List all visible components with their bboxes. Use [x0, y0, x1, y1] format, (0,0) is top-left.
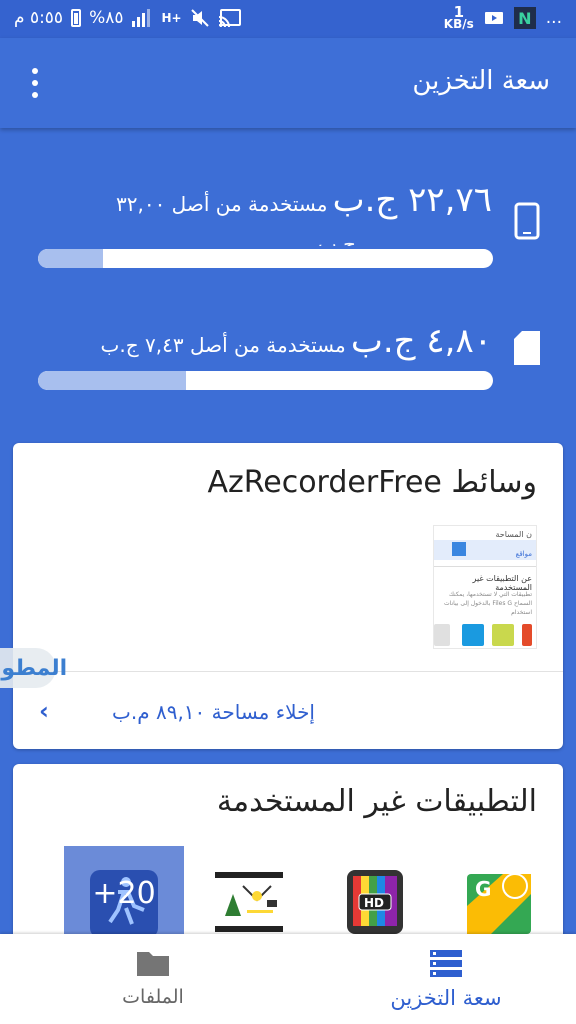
- app-video-editor[interactable]: [213, 866, 285, 942]
- status-left: ٥:٥٥ م %٨٥ H+: [14, 8, 242, 28]
- thumbnail-app-icon: [452, 542, 466, 556]
- street-view-icon: G: [467, 873, 531, 934]
- bottom-navigation: سعة التخزين الملفات: [0, 934, 576, 1024]
- menu-dot-icon: [32, 92, 38, 98]
- app-street-view[interactable]: G: [463, 866, 535, 942]
- nav-files-tab[interactable]: الملفات: [53, 934, 253, 1024]
- thumbnail-body: تطبيقات التي لا تستخدمها، يمكنك السماح F…: [444, 591, 532, 616]
- folder-icon: [137, 952, 169, 976]
- battery-icon: [71, 9, 82, 27]
- page-title: سعة التخزين: [412, 66, 550, 96]
- notification-icon: [484, 12, 503, 24]
- card-divider: [13, 671, 563, 672]
- internal-storage-text: ٢٢,٧٦ ج.ب مستخدمة من أصل ٣٢,٠٠: [116, 180, 492, 220]
- thumbnail-app-square: [522, 624, 532, 646]
- app-bar: سعة التخزين: [0, 38, 576, 128]
- media-card: وسائط AzRecorderFree ن المساحة مواقع عن …: [13, 443, 563, 749]
- ski-video-icon: [215, 872, 283, 932]
- app-hd-video[interactable]: HD: [345, 866, 405, 942]
- chevron-left-icon[interactable]: ‹: [39, 697, 49, 725]
- hd-video-icon: HD: [347, 870, 403, 934]
- sd-storage-progress: [38, 371, 493, 390]
- network-speed: 1 KB/s: [443, 3, 474, 31]
- cast-icon: [218, 9, 241, 28]
- media-thumbnail[interactable]: ن المساحة مواقع عن التطبيقات غير المستخد…: [433, 525, 537, 649]
- thumbnail-section: مواقع: [515, 550, 532, 558]
- sd-total: مستخدمة من أصل ٧,٤٣ ج.ب: [100, 333, 346, 357]
- status-time: ٥:٥٥ م: [14, 8, 64, 28]
- internal-storage-progress-fill: [38, 249, 103, 268]
- media-card-title: وسائط AzRecorderFree: [207, 465, 537, 500]
- more-apps-tile[interactable]: +20: [64, 846, 184, 938]
- internal-storage-summary[interactable]: ٢٢,٧٦ ج.ب مستخدمة من أصل ٣٢,٠٠ ج.ب: [0, 170, 576, 280]
- more-apps-count: +20: [92, 876, 156, 911]
- storage-icon: [430, 950, 462, 977]
- sd-storage-text: ٤,٨٠ ج.ب مستخدمة من أصل ٧,٤٣ ج.ب: [101, 321, 492, 361]
- network-type: H+: [161, 11, 182, 25]
- phone-icon: [514, 202, 540, 240]
- svg-text:G: G: [475, 877, 491, 901]
- sd-used: ٤,٨٠ ج.ب: [350, 321, 492, 361]
- unused-apps-title: التطبيقات غير المستخدمة: [216, 784, 537, 819]
- nav-storage-tab[interactable]: سعة التخزين: [346, 934, 546, 1024]
- app-badge-icon: N: [513, 7, 536, 29]
- internal-total: مستخدمة من أصل ٣٢,٠٠: [116, 192, 328, 216]
- sd-card-icon: [514, 331, 540, 365]
- svg-text:HD: HD: [364, 896, 384, 910]
- thumbnail-app-square: [434, 624, 450, 646]
- status-right: 1 KB/s N ...: [443, 3, 562, 31]
- menu-dot-icon: [32, 80, 38, 86]
- signal-icon: [132, 9, 151, 27]
- overflow-menu-button[interactable]: [20, 64, 50, 102]
- mute-icon: [190, 9, 209, 27]
- internal-storage-progress: [38, 249, 493, 268]
- sd-storage-summary[interactable]: ٤,٨٠ ج.ب مستخدمة من أصل ٧,٤٣ ج.ب: [0, 315, 576, 405]
- watermark-logo: المطور: [0, 648, 67, 688]
- battery-percent: %٨٥: [89, 8, 124, 28]
- nav-storage-label: سعة التخزين: [390, 986, 502, 1010]
- nav-files-label: الملفات: [122, 986, 184, 1008]
- internal-total-overflow: ج.ب: [317, 232, 356, 246]
- menu-dot-icon: [32, 68, 38, 74]
- status-bar: ٥:٥٥ م %٨٥ H+ 1 KB/s N ...: [0, 0, 576, 38]
- notification-dots: ...: [545, 8, 562, 28]
- thumbnail-header: ن المساحة: [495, 530, 532, 539]
- free-up-space-link[interactable]: إخلاء مساحة ٨٩,١٠ م.ب: [112, 700, 315, 724]
- thumbnail-divider: [434, 566, 536, 567]
- thumbnail-app-square: [492, 624, 514, 646]
- thumbnail-video-icon: [462, 624, 484, 646]
- internal-used: ٢٢,٧٦ ج.ب: [332, 180, 492, 220]
- sd-storage-progress-fill: [38, 371, 186, 390]
- app-fitness[interactable]: +20: [64, 846, 184, 938]
